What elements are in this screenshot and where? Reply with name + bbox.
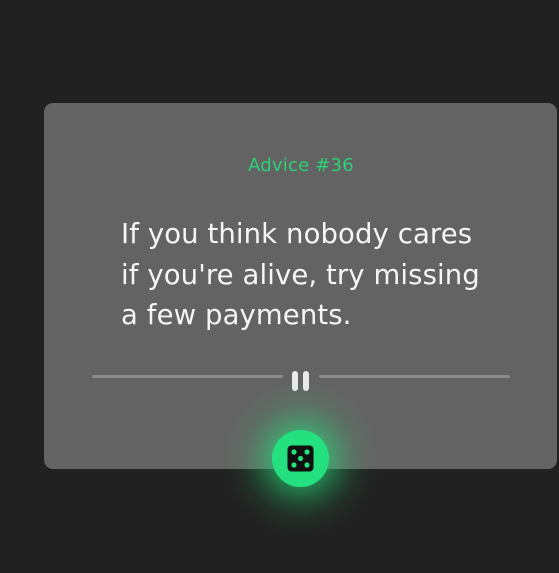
divider-line-right bbox=[319, 375, 510, 378]
roll-dice-button[interactable] bbox=[272, 430, 329, 487]
advice-number: Advice #36 bbox=[248, 155, 354, 176]
advice-quote: If you think nobody cares if you're aliv… bbox=[121, 218, 480, 331]
dice-icon bbox=[287, 445, 314, 472]
divider-line-left bbox=[92, 375, 283, 378]
